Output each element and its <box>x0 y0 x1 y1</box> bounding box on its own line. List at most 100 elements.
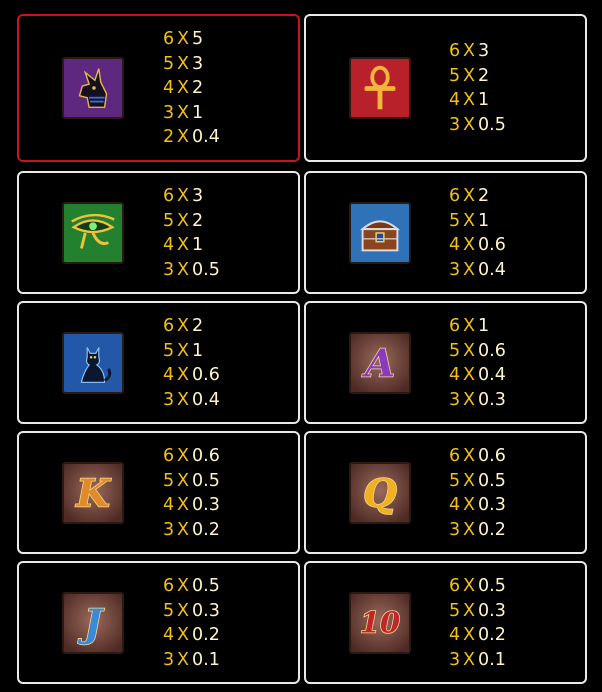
payout-row: 5 X 0.3 <box>449 599 506 624</box>
payout-row: 6 X 0.6 <box>449 444 506 469</box>
symbol-count: 6 <box>449 446 461 466</box>
payout-value: 1 <box>192 102 204 123</box>
payout-value: 0.5 <box>478 470 506 491</box>
multiplier-sign: X <box>463 114 475 135</box>
symbol-count: 3 <box>163 259 175 280</box>
number-10-icon: 10 <box>349 592 411 654</box>
payout-value: 3 <box>478 41 490 61</box>
payout-row: 5X2 <box>163 209 220 234</box>
multiplier-sign: X <box>177 340 189 361</box>
symbol-count: 3 <box>449 389 461 410</box>
payout-value: 1 <box>478 316 490 336</box>
payout-value: 1 <box>192 235 204 255</box>
multiplier-sign: X <box>463 259 475 280</box>
payout-value: 0.2 <box>478 519 506 540</box>
multiplier-sign: X <box>463 41 475 61</box>
payout-row: 3 X 0.3 <box>449 388 506 413</box>
payout-value: 3 <box>192 186 204 206</box>
payout-row: 5 X 0.3 <box>163 599 220 624</box>
number-10-icon-glyph: 10 <box>360 606 400 640</box>
ankh-icon <box>349 57 411 119</box>
symbol-count: 6 <box>163 446 175 466</box>
payout-value: 2 <box>478 186 490 206</box>
multiplier-sign: X <box>177 316 189 336</box>
symbol-count: 5 <box>163 340 175 361</box>
multiplier-sign: X <box>177 495 189 515</box>
payout-value: 0.5 <box>478 114 506 135</box>
payout-value: 0.6 <box>478 446 506 466</box>
multiplier-sign: X <box>463 316 475 336</box>
symbol-count: 6 <box>163 316 175 336</box>
symbol-count: 5 <box>163 210 175 231</box>
multiplier-sign: X <box>177 519 189 540</box>
payout-row: 3 X 0.2 <box>163 518 220 543</box>
symbol-count: 5 <box>449 470 461 491</box>
payout-list: 6 X 2 5 X 1 4 X 0.6 3 X 0.4 <box>449 184 506 282</box>
symbol-count: 5 <box>163 600 175 621</box>
payout-list: 6 X 3 5 X 2 4 X 1 3 X 0.5 <box>163 184 220 282</box>
symbol-count: 2 <box>163 127 175 147</box>
payout-list: 6 X 0.6 5 X 0.5 4 X 0.3 3 X 0.2 <box>449 444 506 542</box>
letter-a-icon-glyph: A <box>361 342 395 387</box>
payout-value: 0.5 <box>192 576 220 596</box>
paytable-card-letter-j: J 6 X 0.5 5 X 0.3 4 X 0.2 3 X 0.1 <box>17 561 300 684</box>
payout-row: 6 X 0.6 <box>163 444 220 469</box>
payout-row: 6X2 <box>449 184 506 209</box>
letter-q-icon-glyph: Q <box>363 472 397 517</box>
symbol-count: 6 <box>163 29 175 49</box>
symbol-count: 4 <box>449 365 461 385</box>
payout-row: 3 X 0.4 <box>163 388 220 413</box>
letter-j-icon: J <box>62 592 124 654</box>
payout-row: 6X1 <box>449 314 506 339</box>
multiplier-sign: X <box>177 365 189 385</box>
symbol-count: 6 <box>163 576 175 596</box>
payout-row: 3 X 0.5 <box>449 113 506 138</box>
payout-row: 5X2 <box>449 64 506 89</box>
multiplier-sign: X <box>463 389 475 410</box>
symbol-count: 5 <box>449 340 461 361</box>
symbol-count: 3 <box>163 102 175 123</box>
payout-value: 2 <box>478 65 490 86</box>
payout-row: 3 X 0.5 <box>163 258 220 283</box>
payout-row: 5 X 0.5 <box>163 469 220 494</box>
payout-row: 2 X 0.4 <box>163 125 220 150</box>
payout-row: 5 X 0.6 <box>449 339 506 364</box>
payout-value: 0.3 <box>478 600 506 621</box>
payout-value: 0.5 <box>192 259 220 280</box>
payout-value: 1 <box>478 210 490 231</box>
symbol-count: 3 <box>449 259 461 280</box>
payout-list: 6 X 0.5 5 X 0.3 4 X 0.2 3 X 0.1 <box>449 574 506 672</box>
payout-row: 6 X 0.5 <box>163 574 220 599</box>
paytable-card-treasure-chest: 6 X 2 5 X 1 4 X 0.6 3 X 0.4 <box>304 171 587 294</box>
multiplier-sign: X <box>463 90 475 110</box>
payout-row: 4 X 0.3 <box>163 493 220 518</box>
multiplier-sign: X <box>463 576 475 596</box>
symbol-count: 6 <box>449 576 461 596</box>
payout-value: 0.5 <box>478 576 506 596</box>
multiplier-sign: X <box>463 625 475 645</box>
payout-value: 0.3 <box>478 495 506 515</box>
multiplier-sign: X <box>177 102 189 123</box>
payout-value: 0.6 <box>478 235 506 255</box>
multiplier-sign: X <box>177 625 189 645</box>
payout-row: 4 X 0.2 <box>163 623 220 648</box>
multiplier-sign: X <box>177 127 189 147</box>
paytable-card-ankh: 6 X 3 5 X 2 4 X 1 3 X 0.5 <box>304 14 587 162</box>
symbol-count: 4 <box>449 90 461 110</box>
multiplier-sign: X <box>177 649 189 670</box>
payout-row: 6 X 0.5 <box>449 574 506 599</box>
payout-row: 5X3 <box>163 52 220 77</box>
multiplier-sign: X <box>177 600 189 621</box>
symbol-count: 4 <box>449 625 461 645</box>
payout-row: 6X3 <box>163 184 220 209</box>
anubis-icon <box>62 57 124 119</box>
multiplier-sign: X <box>177 446 189 466</box>
treasure-chest-icon <box>349 202 411 264</box>
payout-row: 3X1 <box>163 101 220 126</box>
payout-row: 4X2 <box>163 76 220 101</box>
multiplier-sign: X <box>177 78 189 98</box>
payout-value: 0.4 <box>192 389 220 410</box>
payout-list: 6 X 2 5 X 1 4 X 0.6 3 X 0.4 <box>163 314 220 412</box>
symbol-count: 5 <box>163 470 175 491</box>
payout-value: 0.1 <box>192 649 220 670</box>
